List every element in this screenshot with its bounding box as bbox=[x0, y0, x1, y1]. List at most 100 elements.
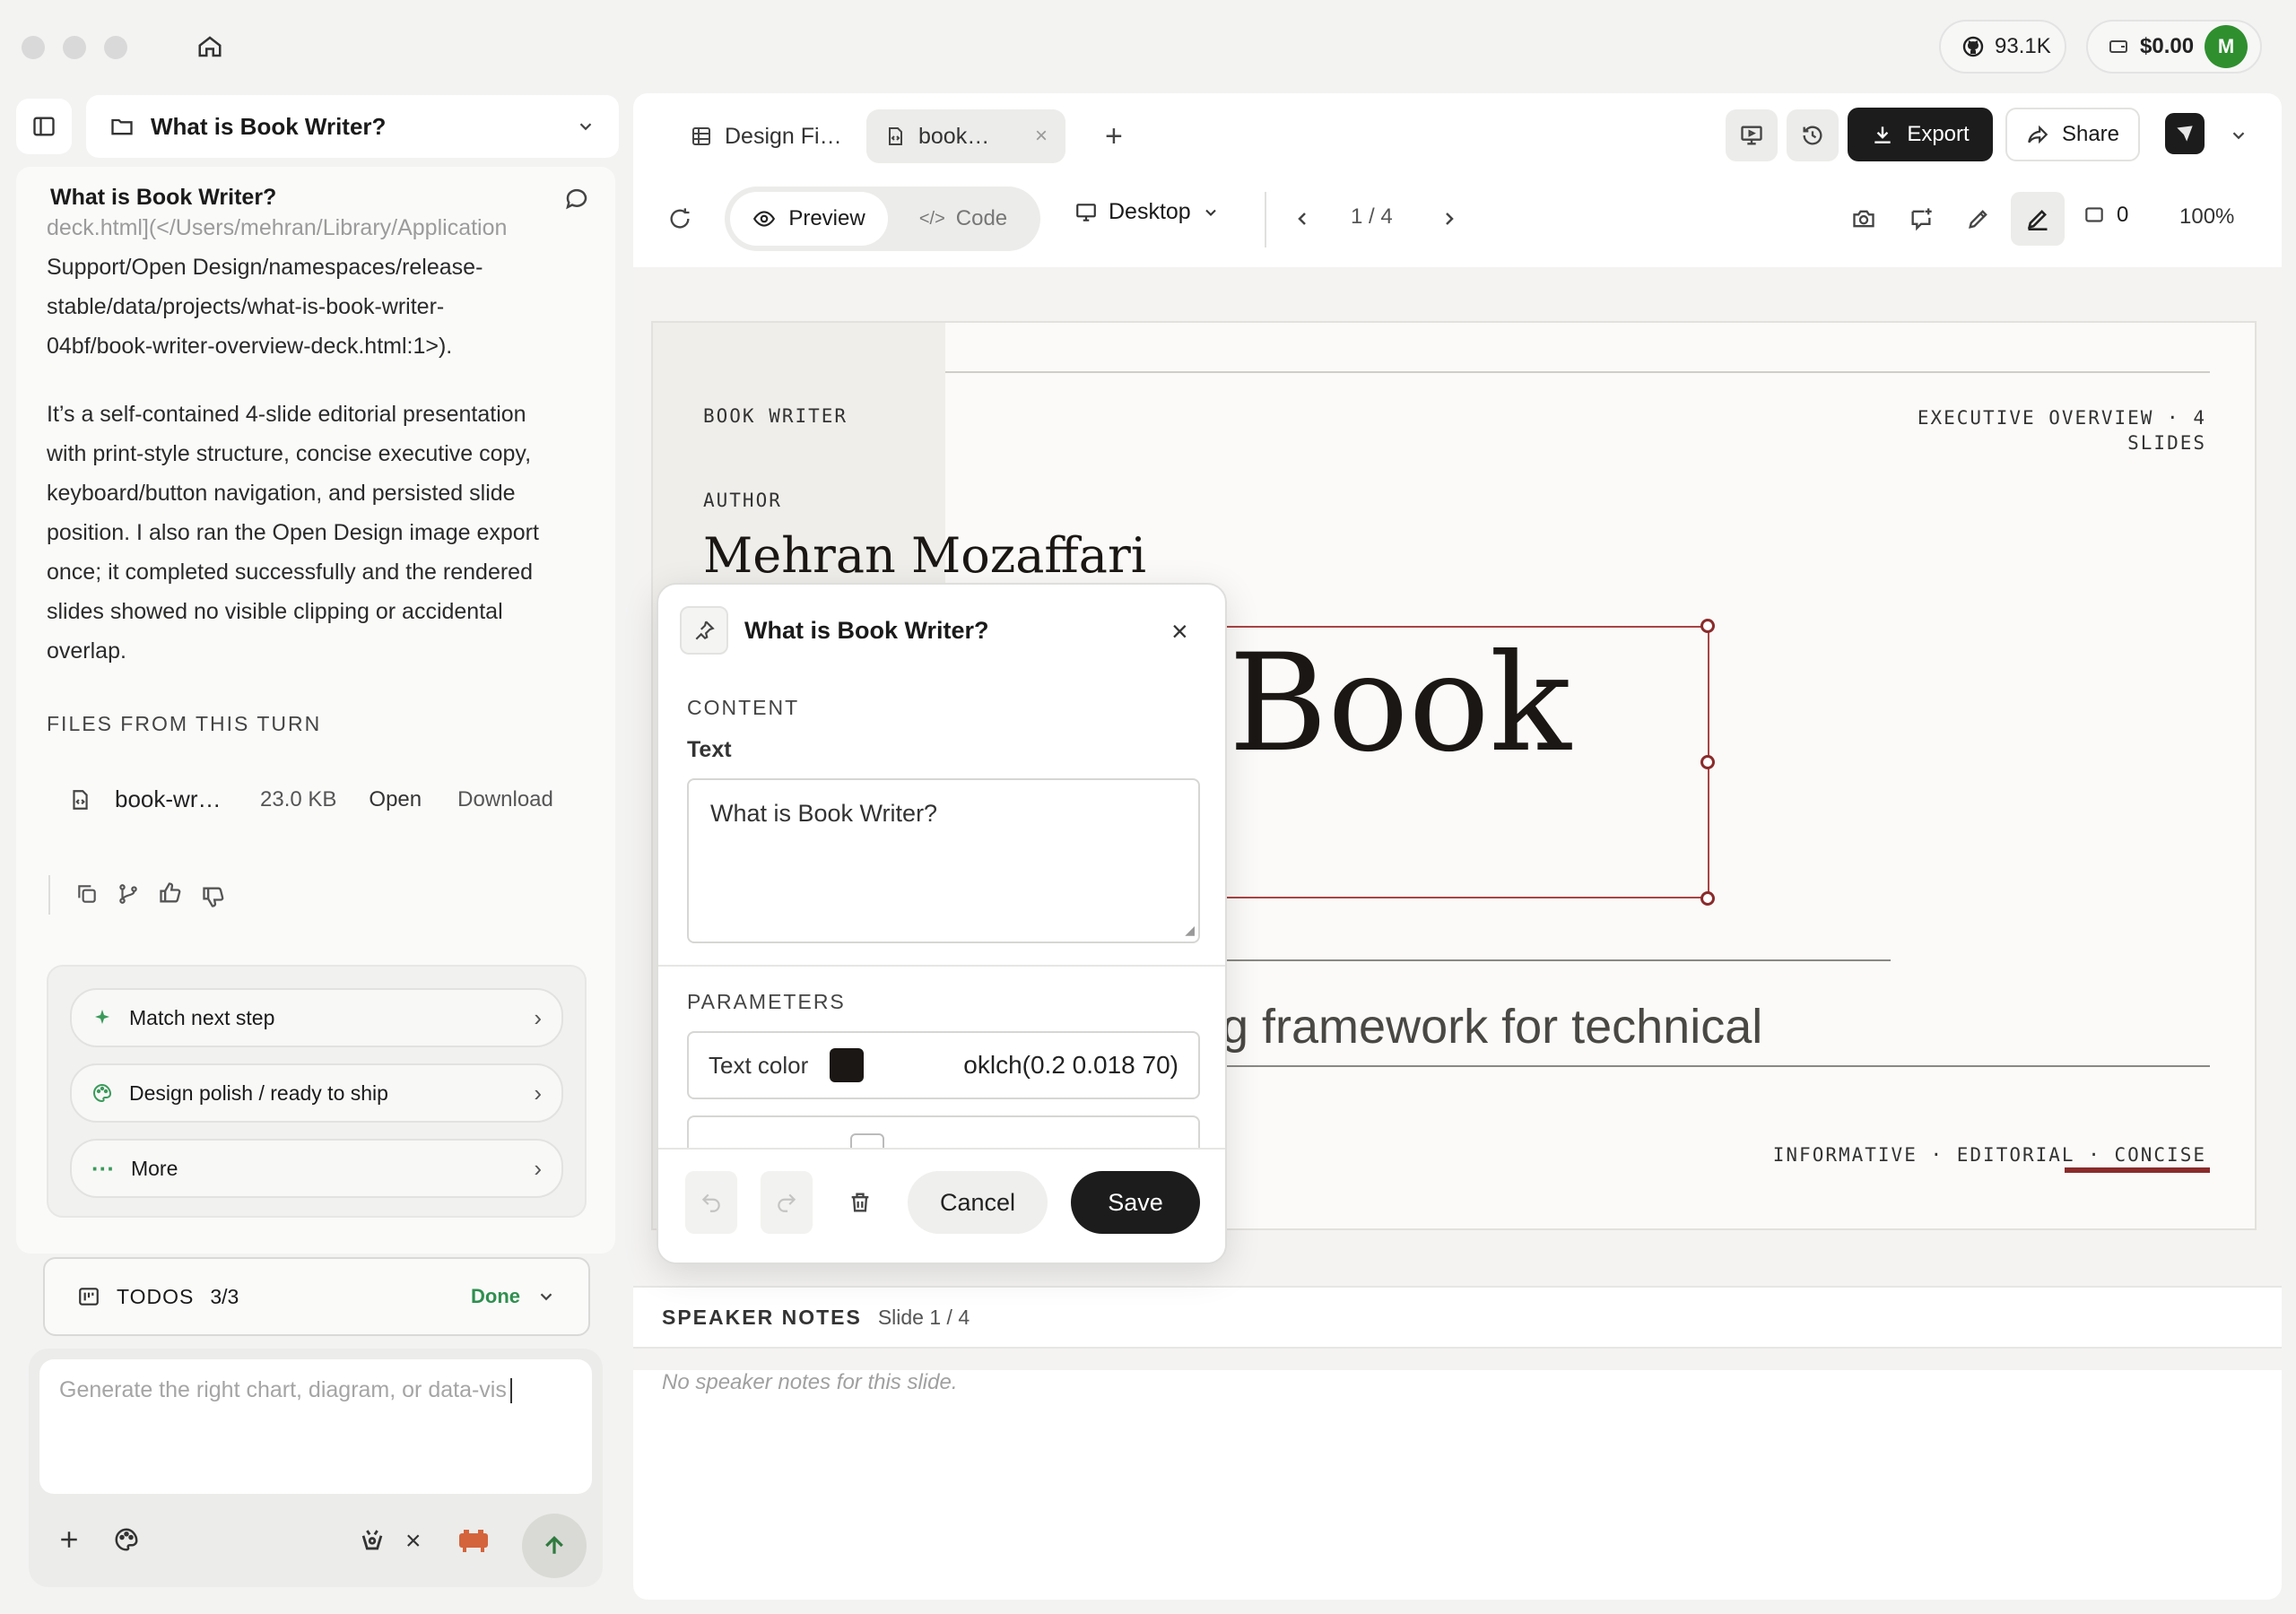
camera-icon[interactable] bbox=[1837, 192, 1891, 246]
tab-book-file[interactable]: book… × bbox=[866, 109, 1065, 163]
share-label: Share bbox=[2061, 122, 2120, 146]
path-line: stable/data/projects/what-is-book-writer… bbox=[47, 294, 445, 319]
close-popup-button[interactable]: × bbox=[1171, 615, 1188, 648]
suggestion-label: Design polish / ready to ship bbox=[129, 1080, 388, 1105]
undo-button[interactable] bbox=[685, 1171, 737, 1234]
prev-slide-button[interactable] bbox=[1275, 192, 1329, 246]
pin-button[interactable] bbox=[680, 606, 728, 655]
suggestion-more[interactable]: ··· More › bbox=[70, 1139, 563, 1198]
edit-mode-button[interactable] bbox=[2011, 192, 2065, 246]
chevron-right-icon: › bbox=[534, 1003, 542, 1031]
thumbs-up-icon[interactable] bbox=[158, 881, 183, 906]
comments-counter[interactable]: 0 bbox=[2083, 203, 2128, 228]
minimize-window-button[interactable] bbox=[63, 36, 86, 59]
speaker-notes-empty[interactable]: No speaker notes for this slide. bbox=[662, 1370, 958, 1395]
rule-line bbox=[945, 371, 2210, 373]
paragraph-line: position. I also ran the Open Design ima… bbox=[47, 520, 539, 545]
text-content-field[interactable]: What is Book Writer? ◢ bbox=[687, 778, 1200, 943]
resize-grip-icon[interactable]: ◢ bbox=[1185, 923, 1195, 938]
suggestion-match-next-step[interactable]: Match next step › bbox=[70, 988, 563, 1047]
branch-icon[interactable] bbox=[117, 882, 140, 906]
tab-label: Design Fi… bbox=[725, 123, 842, 149]
divider bbox=[48, 875, 50, 915]
resize-handle[interactable] bbox=[1700, 755, 1715, 769]
thumbs-down-icon[interactable] bbox=[201, 884, 226, 909]
zoom-level[interactable]: 100% bbox=[2179, 204, 2234, 230]
file-item[interactable]: book-wr… 23.0 KB Open Download bbox=[68, 785, 553, 813]
balance-badge[interactable]: $0.00 M bbox=[2086, 20, 2262, 74]
trash-icon bbox=[848, 1190, 873, 1215]
present-icon bbox=[1739, 123, 1764, 148]
project-selector[interactable]: What is Book Writer? bbox=[86, 95, 619, 158]
page-indicator: 1 / 4 bbox=[1351, 204, 1393, 229]
tab-design-files[interactable]: Design Fi… bbox=[673, 109, 860, 163]
next-slide-button[interactable] bbox=[1422, 192, 1476, 246]
paragraph-line: overlap. bbox=[47, 638, 126, 664]
prompt-placeholder: Generate the right chart, diagram, or da… bbox=[59, 1377, 507, 1402]
paragraph-line: It’s a self-contained 4-slide editorial … bbox=[47, 402, 526, 427]
resize-handle[interactable] bbox=[1700, 619, 1715, 633]
download-icon bbox=[1871, 123, 1894, 146]
suggestion-design-polish[interactable]: Design polish / ready to ship › bbox=[70, 1063, 563, 1123]
notes-heading: SPEAKER NOTES bbox=[662, 1305, 862, 1329]
history-button[interactable] bbox=[1787, 109, 1839, 161]
chat-title: What is Book Writer? bbox=[50, 185, 277, 210]
eye-icon bbox=[752, 207, 776, 230]
save-button[interactable]: Save bbox=[1071, 1171, 1200, 1234]
background-swatch[interactable] bbox=[850, 1133, 884, 1148]
home-icon[interactable] bbox=[188, 27, 231, 66]
history-icon bbox=[1800, 123, 1825, 148]
content-heading: CONTENT bbox=[687, 696, 800, 719]
add-comment-icon[interactable] bbox=[1894, 192, 1948, 246]
text-color-value: oklch(0.2 0.018 70) bbox=[963, 1051, 1178, 1079]
export-button[interactable]: Export bbox=[1848, 108, 1993, 161]
device-selector[interactable]: Desktop bbox=[1074, 199, 1220, 225]
avatar[interactable]: M bbox=[2205, 25, 2248, 68]
close-window-button[interactable] bbox=[22, 36, 45, 59]
speaker-notes-header: SPEAKER NOTES Slide 1 / 4 bbox=[633, 1286, 2282, 1349]
agent-icon[interactable] bbox=[357, 1524, 387, 1555]
delete-button[interactable] bbox=[834, 1171, 886, 1234]
toggle-sidebar-button[interactable] bbox=[16, 99, 72, 154]
slide-tags: INFORMATIVE · EDITORIAL · CONCISE bbox=[1772, 1144, 2206, 1166]
resize-handle[interactable] bbox=[1700, 891, 1715, 906]
add-attachment-button[interactable] bbox=[56, 1526, 83, 1553]
refresh-icon[interactable] bbox=[653, 192, 707, 246]
balance-amount: $0.00 bbox=[2140, 34, 2195, 58]
board-icon bbox=[77, 1285, 100, 1308]
monitor-icon bbox=[1074, 201, 1098, 224]
todos-bar[interactable]: TODOS 3/3 Done bbox=[43, 1257, 590, 1336]
send-button[interactable] bbox=[522, 1514, 587, 1578]
overview-line: SLIDES bbox=[2127, 432, 2206, 454]
suggestion-label: More bbox=[130, 1156, 178, 1180]
zoom-window-button[interactable] bbox=[104, 36, 127, 59]
close-icon[interactable]: × bbox=[405, 1526, 422, 1557]
app-logo[interactable] bbox=[2165, 113, 2205, 154]
background-param[interactable] bbox=[687, 1115, 1200, 1148]
github-stars-badge[interactable]: 93.1K bbox=[1939, 20, 2066, 74]
share-button[interactable]: Share bbox=[2005, 108, 2140, 161]
slide-headline: Book bbox=[1229, 626, 1571, 782]
present-button[interactable] bbox=[1726, 109, 1778, 161]
draw-icon[interactable] bbox=[1952, 192, 2005, 246]
chevron-down-icon bbox=[576, 117, 596, 136]
code-icon: </> bbox=[918, 208, 945, 229]
model-icon[interactable] bbox=[456, 1526, 491, 1555]
github-icon bbox=[1962, 36, 1984, 57]
close-tab-icon[interactable]: × bbox=[1035, 124, 1048, 149]
new-tab-button[interactable]: + bbox=[1087, 109, 1141, 163]
todos-label: TODOS bbox=[117, 1284, 195, 1308]
code-toggle[interactable]: </> Code bbox=[900, 192, 1026, 246]
text-color-param[interactable]: Text color oklch(0.2 0.018 70) bbox=[687, 1031, 1200, 1099]
chevron-down-icon[interactable] bbox=[2221, 109, 2257, 161]
open-file-link[interactable]: Open bbox=[369, 787, 422, 812]
color-swatch[interactable] bbox=[830, 1048, 865, 1082]
download-file-link[interactable]: Download bbox=[457, 787, 553, 812]
copy-icon[interactable] bbox=[75, 882, 99, 906]
preview-toggle[interactable]: Preview bbox=[730, 192, 888, 246]
palette-icon[interactable] bbox=[113, 1526, 140, 1553]
redo-button[interactable] bbox=[761, 1171, 813, 1234]
pencil-icon bbox=[2025, 206, 2050, 231]
cancel-button[interactable]: Cancel bbox=[908, 1171, 1048, 1234]
prompt-input[interactable]: Generate the right chart, diagram, or da… bbox=[39, 1359, 592, 1494]
